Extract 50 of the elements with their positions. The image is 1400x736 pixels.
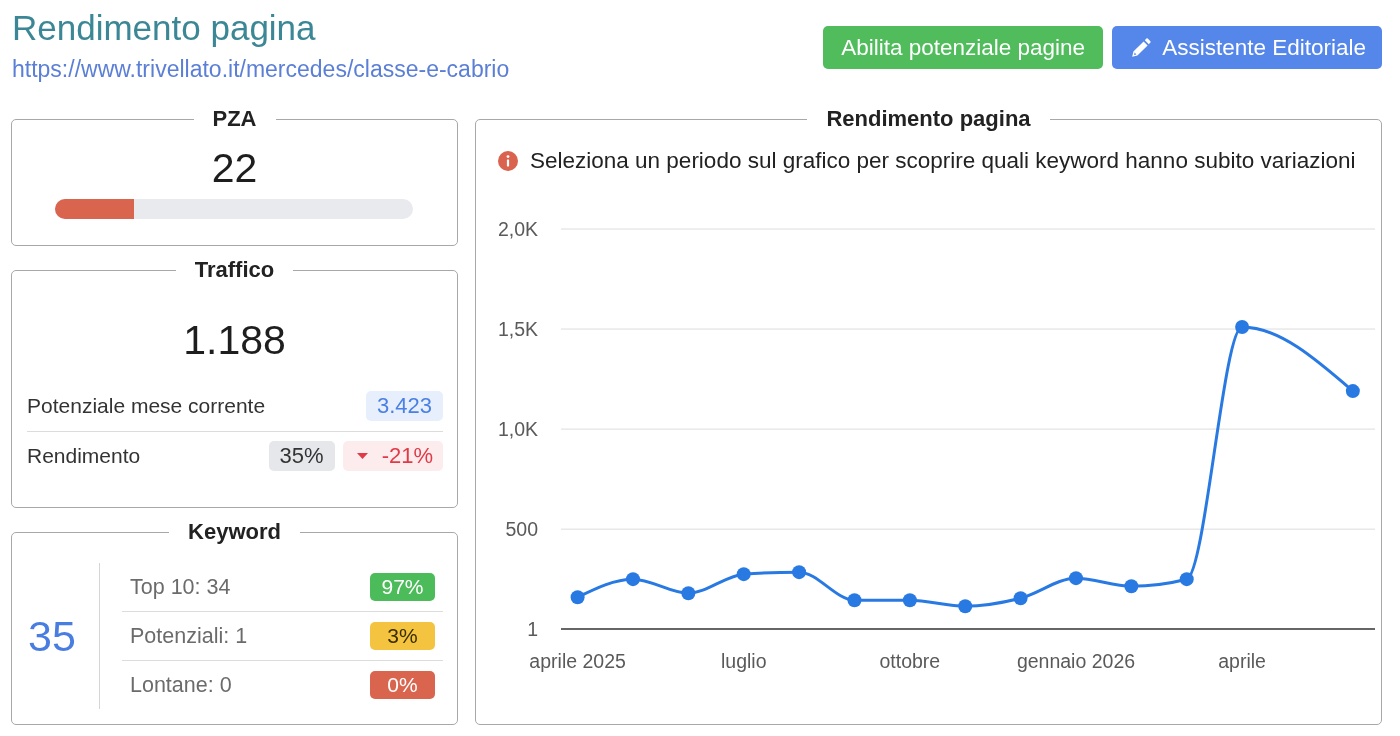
x-axis-label: aprile 2025 — [529, 650, 626, 672]
editorial-assistant-button[interactable]: Assistente Editoriale — [1112, 26, 1382, 69]
traffic-value: 1.188 — [183, 316, 286, 364]
card-title: Traffico — [193, 258, 276, 282]
page-url-link[interactable]: https://www.trivellato.it/mercedes/classe-e-cabrio — [12, 57, 510, 81]
data-point — [958, 599, 973, 614]
keyword-total: 35 — [28, 611, 76, 661]
y-axis-label: 1 — [527, 618, 538, 640]
caret-down-icon — [356, 453, 368, 459]
share-badge: 97% — [370, 573, 435, 601]
data-point — [1345, 384, 1360, 399]
metric-label: Potenziale mese corrente — [27, 394, 266, 418]
data-point — [570, 590, 585, 605]
value-badge: 3.423 — [365, 391, 443, 421]
y-axis-label: 1,5K — [497, 318, 538, 341]
change-value: -21% — [381, 442, 433, 470]
y-axis-label: 1,0K — [497, 418, 538, 441]
data-point — [1179, 572, 1194, 587]
card-title: Rendimento pagina — [825, 107, 1032, 131]
data-point — [681, 586, 696, 601]
x-axis-label: ottobre — [879, 650, 941, 672]
share-badge: 0% — [370, 671, 435, 699]
pencil-icon — [1131, 37, 1152, 58]
percent-badge: 35% — [268, 441, 335, 471]
data-point — [626, 572, 640, 587]
x-axis-label: luglio — [720, 650, 767, 672]
card-title: Keyword — [187, 520, 282, 544]
keyword-group-label: Top 10: 34 — [130, 574, 231, 600]
data-point — [847, 593, 862, 608]
keyword-group-label: Lontane: 0 — [130, 672, 232, 698]
pza-score: 22 — [211, 144, 258, 192]
notice-text: Seleziona un periodo sul grafico per scoprire quali keyword hanno subito variazioni — [530, 147, 1356, 175]
data-point — [1013, 591, 1028, 606]
y-axis-label: 2,0K — [497, 218, 538, 240]
card-title: PZA — [211, 107, 258, 131]
share-badge: 3% — [370, 622, 435, 650]
metric-label: Rendimento — [27, 444, 141, 468]
data-point — [1124, 579, 1139, 594]
data-point — [736, 567, 751, 582]
page-title: Rendimento pagina — [12, 8, 316, 48]
data-point — [1069, 571, 1083, 586]
keyword-group-label: Potenziali: 1 — [130, 623, 248, 649]
x-axis-label: aprile — [1218, 650, 1266, 672]
y-axis-label: 500 — [505, 518, 538, 541]
data-point — [792, 565, 807, 580]
data-point — [1235, 320, 1250, 335]
enable-potential-button[interactable]: Abilita potenziale pagine — [823, 26, 1104, 69]
data-point — [902, 593, 917, 608]
info-icon — [498, 151, 518, 171]
x-axis-label: gennaio 2026 — [1016, 650, 1136, 672]
